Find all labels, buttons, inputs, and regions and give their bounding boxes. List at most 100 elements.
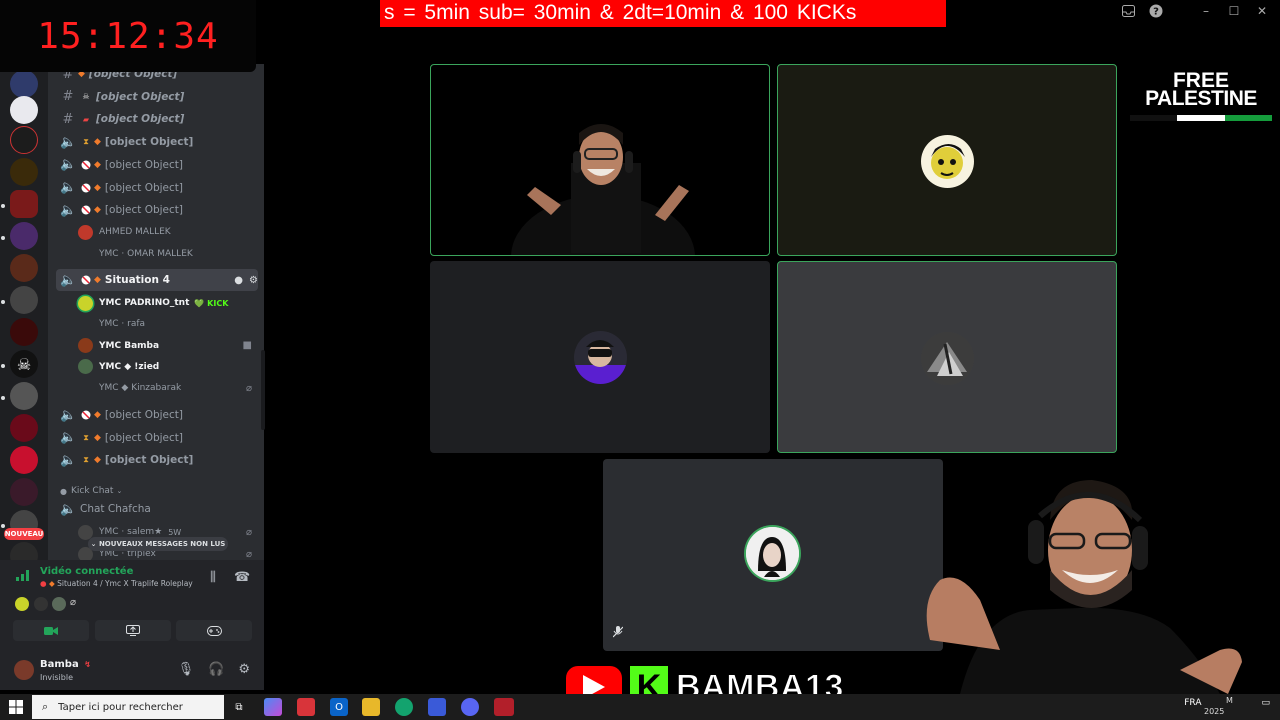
ban-icon [80,204,92,216]
channel-list: # ◆ [object Object] # ☠ [object Object] # ▰ [obj… [48,64,264,560]
channel-situation-4[interactable]: 🔈 ◆ Situation 4 ● ⚙ [56,269,258,291]
maximize-icon[interactable]: ☐ [1224,2,1244,20]
voice-channel-path[interactable]: ● ◆ Situation 4 / Ymc X Traplife Rolepla… [40,579,193,588]
server-icon[interactable] [10,158,38,186]
chat-bubble-icon[interactable]: ● [234,275,243,286]
channel-item[interactable]: 🔈 ⧗ ◆ [object Object] [56,131,258,153]
speaker-icon: 🔈 [60,157,77,173]
windows-start-icon[interactable] [9,700,23,714]
channel-item[interactable]: 🔈 ⧗ ◆ [object Object] [56,449,258,471]
diamond-icon: ◆ [94,275,101,285]
member-situation-4[interactable]: YMC ◆ !zied [78,357,252,377]
signal-icon[interactable] [16,569,30,585]
server-icon[interactable] [10,126,38,154]
free-palestine-overlay: FREE PALESTINE [1130,70,1272,126]
channel-scrollbar[interactable] [261,350,265,430]
activity-avatar[interactable] [15,597,29,611]
participant-avatar [746,527,799,580]
hourglass-icon: ⧗ [83,432,89,442]
diamond-icon: ◆ [94,432,101,443]
server-icon[interactable] [10,382,38,410]
app-icon-active[interactable] [428,698,446,716]
microphone-icon[interactable]: 🎙 [178,662,195,677]
server-icon[interactable] [10,70,38,98]
activity-avatar[interactable] [34,597,48,611]
server-icon[interactable] [10,96,38,124]
pirate-skull-icon[interactable]: ☠ [10,350,38,378]
camera-button[interactable] [13,620,89,641]
taskbar-search[interactable]: ⌕ Taper ici pour rechercher [32,695,224,719]
help-icon[interactable]: ? [1146,2,1166,20]
member-situation-4[interactable]: YMC ◆ Kinzabarak ⌀ [78,378,252,398]
channel-item[interactable]: 🔈 ◆ [object Object] [56,154,258,176]
category-kick-chat[interactable]: ● Kick Chat ⌄ [60,483,122,499]
speaker-icon: 🔈 [60,501,77,517]
inbox-icon[interactable] [1118,2,1138,20]
edge-icon[interactable] [395,698,413,716]
user-panel: Bamba ↯ Invisible 🎙 🎧 ⚙ [0,652,264,690]
headphones-icon[interactable]: 🎧 [208,662,224,677]
file-explorer-icon[interactable] [362,698,380,716]
server-icon[interactable] [10,414,38,442]
server-icon[interactable] [10,286,38,314]
server-icon[interactable] [10,222,38,250]
app-icon[interactable] [494,698,514,716]
server-icon-selected[interactable] [10,190,38,218]
server-icon[interactable] [10,446,38,474]
channel-item[interactable]: 🔈 ◆ [object Object] [56,199,258,221]
video-tile-user[interactable] [430,261,770,453]
speaker-icon: 🔈 [60,134,77,150]
avatar [78,247,93,262]
outlook-icon[interactable]: O [330,698,348,716]
video-tile-user[interactable] [777,64,1117,256]
new-messages-pill[interactable]: ⌄ NOUVEAUX MESSAGES NON LUS [88,537,228,551]
user-name[interactable]: Bamba ↯ [40,659,91,670]
channel-item[interactable]: # ☠ [object Object] [56,86,258,108]
activity-button[interactable] [176,620,252,641]
member-situation-4[interactable]: YMC PADRINO_tnt 💚 KICK [78,293,252,313]
video-tile-streamer[interactable] [430,64,770,256]
soundboard-icon[interactable]: ⫼ [210,570,216,585]
task-view-icon[interactable]: ⧉ [230,698,248,716]
member-situation-4[interactable]: YMC Bamba ■ [78,336,252,356]
disconnect-icon[interactable]: ☎ [234,570,250,585]
diamond-icon: ◆ [94,410,101,420]
channel-item[interactable]: 🔈 ◆ [object Object] [56,404,258,426]
member-omar[interactable]: YMC · OMAR MALLEK [78,244,252,264]
member-ahmed[interactable]: AHMED MALLEK [78,222,252,242]
speaker-icon: 🔈 [60,452,77,468]
member-situation-4[interactable]: YMC · rafa [78,314,252,334]
server-unread-dot [1,300,5,304]
minimize-icon[interactable]: – [1196,2,1216,20]
video-tile-user[interactable] [777,261,1117,453]
new-badge[interactable]: NOUVEAU [4,528,44,540]
discord-icon[interactable] [461,698,479,716]
server-icon[interactable] [10,254,38,282]
ban-icon [80,159,92,171]
channel-item[interactable]: 🔈 ◆ [object Object] [56,177,258,199]
channel-chat-chafcha[interactable]: 🔈 Chat Chafcha [56,498,258,520]
gear-icon[interactable]: ⚙ [249,275,258,286]
server-icon[interactable] [10,478,38,506]
user-avatar[interactable] [14,660,34,680]
speaker-icon: 🔈 [60,430,77,446]
svg-text:?: ? [1153,7,1159,18]
settings-icon[interactable]: ⚙ [238,662,250,677]
close-icon[interactable]: ✕ [1252,2,1272,20]
server-icon[interactable] [10,318,38,346]
screen-share-button[interactable] [95,620,171,641]
notification-icon[interactable]: ▭ [1261,698,1270,708]
channel-item[interactable]: # ▰ [object Object] [56,108,258,130]
channel-item[interactable]: 🔈 ⧗ ◆ [object Object] [56,427,258,449]
webcam-person-image [511,124,695,255]
activity-avatar[interactable] [52,597,66,611]
voice-status[interactable]: Vidéo connectée [40,566,133,577]
language-indicator[interactable]: FRA [1184,698,1201,708]
skull-icon: ☠ [82,92,90,102]
video-tile-user[interactable] [603,459,943,651]
copilot-icon[interactable] [264,698,282,716]
store-icon[interactable] [297,698,315,716]
streamer-webcam-overlay [926,480,1242,694]
muted-icon: ⌀ [245,382,252,394]
speaker-icon: 🔈 [60,407,77,423]
